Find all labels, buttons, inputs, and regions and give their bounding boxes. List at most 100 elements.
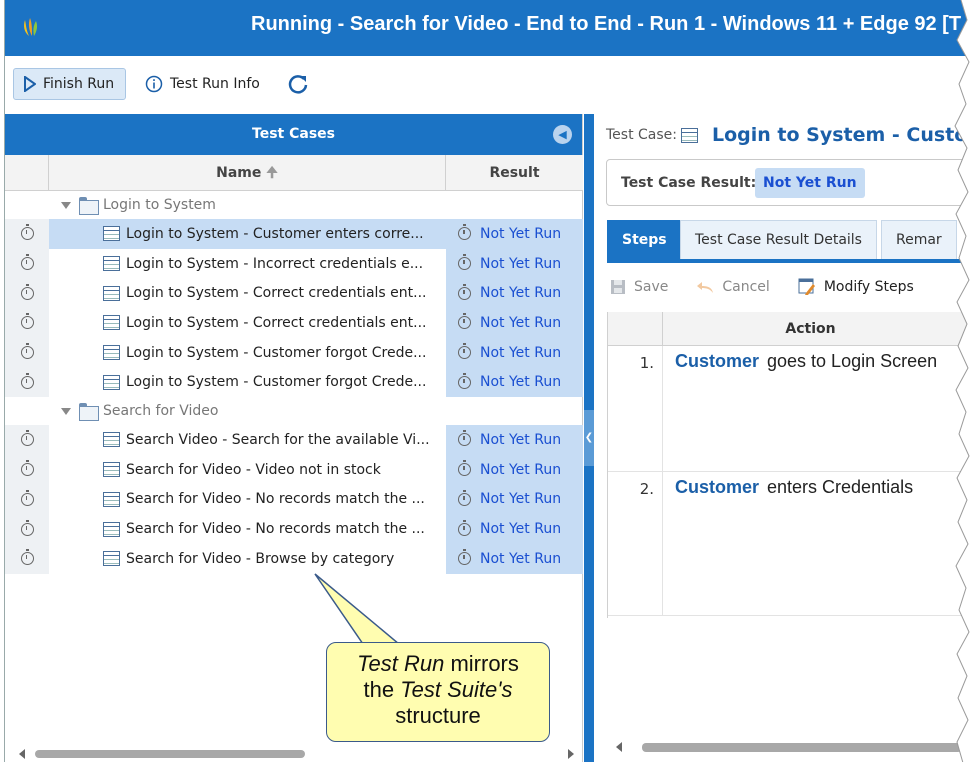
- tab-test-case-result-details[interactable]: Test Case Result Details: [680, 220, 877, 259]
- stopwatch-icon: [20, 430, 34, 447]
- scroll-left-icon[interactable]: [19, 749, 25, 759]
- test-case-name-cell: Login to System - Customer enters corre.…: [49, 219, 446, 249]
- group-name-cell: Login to System: [49, 191, 446, 219]
- row-gutter: [5, 308, 49, 338]
- result-column-header[interactable]: Result: [446, 155, 583, 191]
- table-row[interactable]: Search for Video - Video not in stock No…: [5, 454, 583, 485]
- cancel-button[interactable]: Cancel: [696, 279, 770, 295]
- callout-emphasis: Test Suite's: [400, 677, 513, 702]
- tab-remarks[interactable]: Remar: [881, 220, 957, 259]
- group-label: Search for Video: [103, 403, 219, 420]
- test-case-name: Login to System - Customer forgot Crede.…: [126, 344, 427, 361]
- table-row[interactable]: Search for Video - No records match the …: [5, 514, 583, 544]
- group-label: Login to System: [103, 197, 216, 213]
- test-case-name: Search Video - Search for the available …: [126, 431, 430, 448]
- table-row[interactable]: Login to System - Customer enters corre.…: [5, 219, 583, 249]
- status-badge[interactable]: Not Yet Run: [755, 168, 865, 198]
- table-row[interactable]: Search for Video - No records match the …: [5, 484, 583, 515]
- callout-pointer: [314, 573, 401, 646]
- test-case-name-cell: Search for Video - Video not in stock: [49, 455, 446, 485]
- tree-group-row[interactable]: Login to System: [5, 191, 583, 219]
- scrollbar-thumb[interactable]: [35, 750, 305, 758]
- right-horizontal-scrollbar[interactable]: [616, 740, 975, 754]
- row-gutter: [5, 454, 49, 485]
- table-row[interactable]: Login to System - Correct credentials en…: [5, 278, 583, 309]
- test-case-name: Search for Video - No records match the …: [126, 491, 425, 508]
- stopwatch-icon: [20, 372, 34, 389]
- stopwatch-icon: [458, 489, 471, 506]
- callout-emphasis: Test Run: [357, 651, 445, 676]
- name-column-header[interactable]: Name 🠉: [49, 155, 446, 191]
- test-case-tree: Login to System Login to System - Custom…: [5, 191, 583, 574]
- test-case-name-cell: Login to System - Customer forgot Crede.…: [49, 367, 446, 397]
- splitter-collapse-icon[interactable]: ❮: [584, 410, 594, 466]
- result-status: Not Yet Run: [480, 491, 562, 508]
- cancel-label: Cancel: [722, 279, 770, 295]
- row-gutter: [5, 337, 49, 368]
- group-name-cell: Search for Video: [49, 397, 446, 425]
- scroll-left-icon[interactable]: [616, 742, 622, 752]
- action-column-header[interactable]: Action: [663, 312, 958, 346]
- test-case-detail-panel: Test Case: Login to System - Custom Test…: [594, 114, 975, 762]
- test-case-icon: [103, 374, 120, 390]
- test-case-name-cell: Login to System - Correct credentials en…: [49, 278, 446, 308]
- test-case-name: Login to System - Correct credentials en…: [126, 314, 427, 331]
- stopwatch-icon: [20, 343, 34, 360]
- detail-tabs: Steps Test Case Result Details Remar: [607, 220, 975, 263]
- test-run-info-button[interactable]: Test Run Info: [135, 68, 270, 100]
- test-case-icon: [103, 226, 120, 242]
- row-gutter: [5, 248, 49, 279]
- table-row[interactable]: 1. Customer goes to Login Screen: [608, 346, 975, 472]
- test-case-title: Test Case: Login to System - Custom: [606, 124, 975, 146]
- result-status: Not Yet Run: [480, 344, 562, 361]
- test-case-name: Search for Video - Video not in stock: [126, 461, 381, 478]
- table-row[interactable]: Login to System - Customer forgot Crede.…: [5, 367, 583, 398]
- modify-steps-label: Modify Steps: [823, 279, 914, 295]
- callout-text: the: [363, 677, 401, 702]
- stopwatch-icon: [458, 549, 471, 566]
- tab-steps[interactable]: Steps: [607, 220, 682, 259]
- callout-line-2: the Test Suite's: [327, 677, 549, 703]
- row-gutter: [5, 191, 49, 219]
- stopwatch-icon: [20, 254, 34, 271]
- callout-line-1: Test Run mirrors: [327, 651, 549, 677]
- test-case-icon: [103, 345, 120, 361]
- info-icon: [145, 75, 163, 93]
- left-horizontal-scrollbar[interactable]: [19, 746, 574, 760]
- row-gutter: [5, 367, 49, 398]
- step-number: 2.: [608, 472, 663, 615]
- save-button[interactable]: Save: [610, 279, 668, 295]
- test-case-name: Login to System - Custom: [712, 124, 975, 146]
- expand-arrow-icon[interactable]: [61, 201, 71, 209]
- refresh-button[interactable]: [277, 68, 319, 100]
- collapse-panel-icon[interactable]: ◀: [553, 125, 572, 144]
- gutter-column-header: [5, 155, 49, 191]
- modify-steps-button[interactable]: Modify Steps: [798, 278, 914, 296]
- test-cases-column-header: Name 🠉 Result: [5, 155, 583, 191]
- step-description: enters Credentials: [767, 477, 914, 497]
- stopwatch-icon: [458, 254, 471, 271]
- steps-grid-header: Action: [608, 312, 975, 346]
- finish-run-button[interactable]: Finish Run: [13, 68, 126, 100]
- result-status: Not Yet Run: [480, 374, 562, 391]
- scrollbar-thumb[interactable]: [642, 743, 962, 752]
- tree-group-row[interactable]: Search for Video: [5, 397, 583, 426]
- table-row[interactable]: Login to System - Incorrect credentials …: [5, 248, 583, 279]
- table-row[interactable]: Search Video - Search for the available …: [5, 425, 583, 455]
- table-row[interactable]: Login to System - Customer forgot Crede.…: [5, 337, 583, 368]
- result-cell: Not Yet Run: [446, 367, 583, 398]
- test-case-icon: [103, 315, 120, 331]
- scroll-right-icon[interactable]: [568, 749, 574, 759]
- result-cell: Not Yet Run: [446, 425, 583, 455]
- test-case-name-cell: Search for Video - Browse by category: [49, 544, 446, 574]
- test-case-name: Login to System - Incorrect credentials …: [126, 255, 424, 272]
- result-cell: Not Yet Run: [446, 454, 583, 485]
- stopwatch-icon: [458, 283, 471, 300]
- table-row[interactable]: Search for Video - Browse by category No…: [5, 543, 583, 574]
- test-case-icon: [103, 285, 120, 301]
- expand-arrow-icon[interactable]: [61, 407, 71, 415]
- app-logo-icon: [24, 18, 38, 36]
- test-case-name-cell: Search for Video - No records match the …: [49, 514, 446, 544]
- table-row[interactable]: Login to System - Correct credentials en…: [5, 308, 583, 338]
- table-row[interactable]: 2. Customer enters Credentials: [608, 472, 975, 616]
